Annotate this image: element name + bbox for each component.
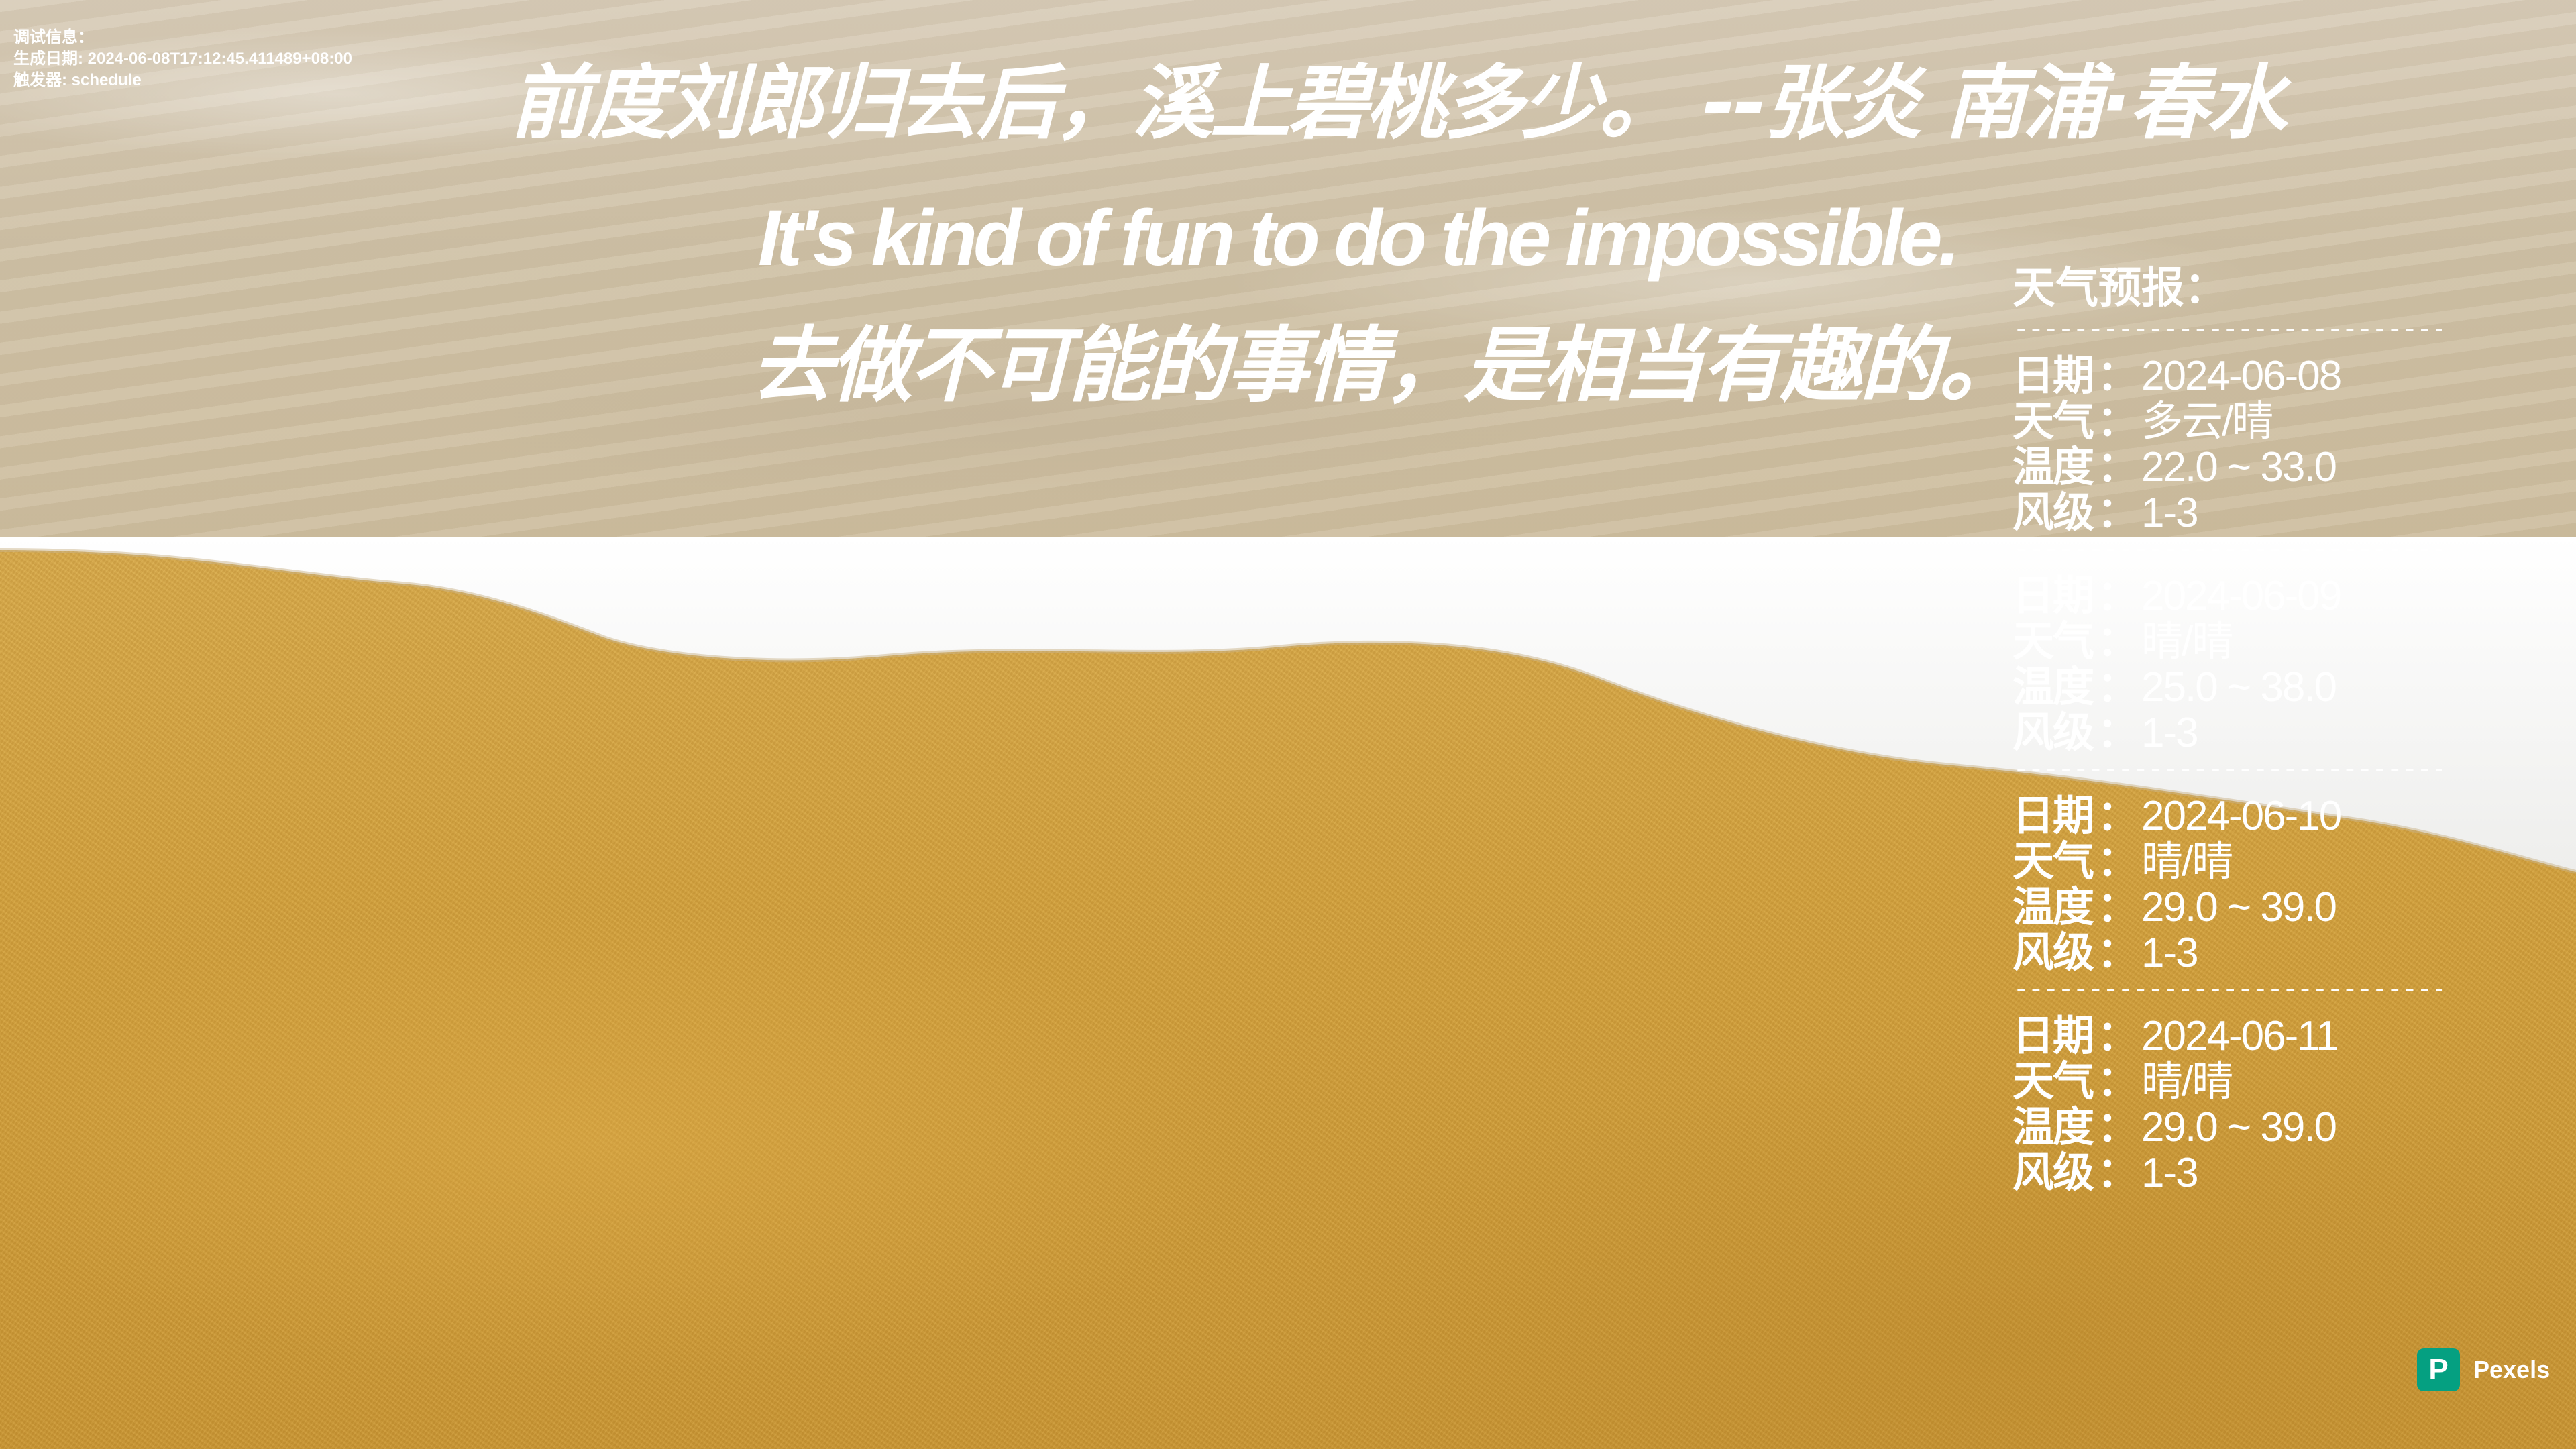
forecast-weather: 晴/晴 [2141,619,2233,665]
forecast-date: 2024-06-08 [2141,353,2342,399]
separator: ------------------------------- [2012,535,2442,565]
date-label: 日期 [2012,571,2094,620]
forecast-temperature-row: 温度：25.0 ~ 38.0 [2012,664,2455,710]
colon: ： [2097,616,2139,665]
temperature-label: 温度 [2012,1102,2094,1151]
forecast-temperature: 25.0 ~ 38.0 [2141,664,2337,710]
debug-trigger: 触发器: schedule [13,71,142,89]
forecast-date: 2024-06-09 [2141,573,2342,619]
colon: ： [2097,1057,2139,1106]
colon: ： [2097,488,2139,537]
forecast-date: 2024-06-10 [2141,793,2342,839]
temperature-label: 温度 [2012,662,2094,711]
colon: ： [2097,351,2139,400]
forecast-temperature-row: 温度：29.0 ~ 39.0 [2012,1104,2455,1150]
colon: ： [2097,396,2139,445]
forecast-wind-row: 风级：1-3 [2012,1150,2455,1195]
debug-info: 调试信息： 生成日期: 2024-06-08T17:12:45.411489+0… [13,27,352,91]
colon: ： [2097,571,2139,620]
english-quote: It's kind of fun to do the impossible. [758,194,1960,282]
wind-label: 风级 [2012,1148,2094,1197]
forecast-weather-row: 天气：晴/晴 [2012,1059,2455,1104]
forecast-day: 日期：2024-06-10 天气：晴/晴 温度：29.0 ~ 39.0 风级：1… [2012,793,2455,975]
desktop-wallpaper: 调试信息： 生成日期: 2024-06-08T17:12:45.411489+0… [0,0,2576,1449]
pexels-credit[interactable]: P Pexels [2417,1348,2550,1391]
colon: ： [2097,791,2139,840]
colon: ： [2097,1148,2139,1197]
forecast-temperature-row: 温度：29.0 ~ 39.0 [2012,884,2455,930]
forecast-wind-row: 风级：1-3 [2012,710,2455,755]
forecast-date-row: 日期：2024-06-08 [2012,353,2455,398]
weather-title: 天气预报： [2012,264,2227,313]
forecast-wind: 1-3 [2141,1150,2199,1196]
forecast-weather: 多云/晴 [2141,398,2273,445]
forecast-date-row: 日期：2024-06-11 [2012,1013,2455,1059]
forecast-temperature-row: 温度：22.0 ~ 33.0 [2012,444,2455,490]
debug-title: 调试信息： [13,28,94,46]
forecast-weather-row: 天气：多云/晴 [2012,398,2455,444]
forecast-day: 日期：2024-06-08 天气：多云/晴 温度：22.0 ~ 33.0 风级：… [2012,353,2455,535]
forecast-wind: 1-3 [2141,490,2199,536]
colon: ： [2097,1011,2139,1060]
colon: ： [2097,708,2139,757]
forecast-weather: 晴/晴 [2141,1059,2233,1105]
wind-label: 风级 [2012,708,2094,757]
temperature-label: 温度 [2012,882,2094,931]
chinese-verse: 前度刘郎归去后，溪上碧桃多少。 --张炎 南浦·春水 [510,57,2287,150]
colon: ： [2097,882,2139,931]
forecast-wind: 1-3 [2141,710,2199,756]
forecast-weather: 晴/晴 [2141,839,2233,885]
weather-label: 天气 [2012,1057,2094,1106]
forecast-day: 日期：2024-06-09 天气：晴/晴 温度：25.0 ~ 38.0 风级：1… [2012,573,2455,755]
colon: ： [2097,442,2139,491]
colon: ： [2097,928,2139,977]
date-label: 日期 [2012,351,2094,400]
forecast-date: 2024-06-11 [2141,1013,2339,1059]
separator: ------------------------------- [2012,755,2442,785]
forecast-wind-row: 风级：1-3 [2012,490,2455,535]
forecast-temperature: 22.0 ~ 33.0 [2141,444,2337,490]
weather-label: 天气 [2012,616,2094,665]
separator: ------------------------------- [2012,975,2442,1005]
pexels-logo-icon: P [2417,1348,2460,1391]
weather-forecast: 天气预报： ------------------------------- 日期… [2012,262,2455,1195]
wind-label: 风级 [2012,488,2094,537]
date-label: 日期 [2012,1011,2094,1060]
forecast-wind-row: 风级：1-3 [2012,930,2455,975]
quote-translation: 去做不可能的事情，是相当有趣的。 [751,318,2021,413]
debug-generated-date: 生成日期: 2024-06-08T17:12:45.411489+08:00 [13,50,352,68]
separator: ------------------------------- [2012,315,2442,345]
forecast-date-row: 日期：2024-06-10 [2012,793,2455,839]
temperature-label: 温度 [2012,442,2094,491]
weather-label: 天气 [2012,837,2094,885]
colon: ： [2097,1102,2139,1151]
forecast-wind: 1-3 [2141,930,2199,976]
colon: ： [2097,837,2139,885]
forecast-weather-row: 天气：晴/晴 [2012,839,2455,884]
forecast-weather-row: 天气：晴/晴 [2012,619,2455,664]
forecast-temperature: 29.0 ~ 39.0 [2141,884,2337,930]
colon: ： [2097,662,2139,711]
weather-label: 天气 [2012,396,2094,445]
forecast-temperature: 29.0 ~ 39.0 [2141,1104,2337,1150]
forecast-day: 日期：2024-06-11 天气：晴/晴 温度：29.0 ~ 39.0 风级：1… [2012,1013,2455,1195]
wind-label: 风级 [2012,928,2094,977]
pexels-label: Pexels [2473,1356,2551,1383]
date-label: 日期 [2012,791,2094,840]
forecast-date-row: 日期：2024-06-09 [2012,573,2455,619]
